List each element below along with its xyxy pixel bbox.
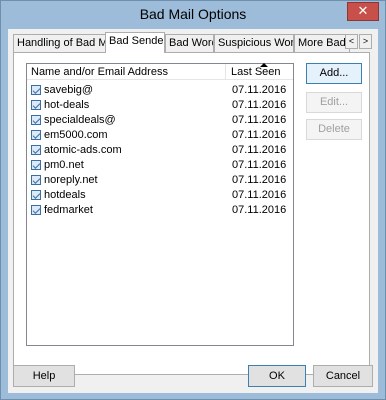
sender-address: pm0.net xyxy=(44,159,84,171)
tab-label: Suspicious Words xyxy=(218,37,294,49)
sender-icon xyxy=(31,205,41,215)
sender-address: specialdeals@ xyxy=(44,114,116,126)
sender-icon xyxy=(31,145,41,155)
tab-strip: Handling of Bad Mail Bad Senders Bad Wor… xyxy=(13,32,372,53)
bad-senders-panel: Name and/or Email Address Last Seen save… xyxy=(13,52,370,375)
tab-bad-senders[interactable]: Bad Senders xyxy=(105,32,165,53)
window-title: Bad Mail Options xyxy=(139,6,247,22)
dialog-window: Bad Mail Options ✕ Handling of Bad Mail … xyxy=(0,0,386,400)
sender-address: em5000.com xyxy=(44,129,108,141)
tab-bad-words[interactable]: Bad Words xyxy=(165,34,214,52)
sender-address: noreply.net xyxy=(44,174,98,186)
add-button[interactable]: Add... xyxy=(306,63,362,84)
list-item[interactable]: pm0.net 07.11.2016 xyxy=(27,158,293,173)
title-bar[interactable]: Bad Mail Options ✕ xyxy=(1,1,385,28)
chevron-left-icon: < xyxy=(348,36,355,46)
edit-button[interactable]: Edit... xyxy=(306,92,362,113)
sender-last-seen: 07.11.2016 xyxy=(232,114,287,126)
tab-label: Handling of Bad Mail xyxy=(17,37,105,49)
column-divider[interactable] xyxy=(225,64,226,80)
dialog-client-area: Handling of Bad Mail Bad Senders Bad Wor… xyxy=(8,29,378,393)
help-button[interactable]: Help xyxy=(13,365,75,387)
sender-icon xyxy=(31,175,41,185)
tab-handling-of-bad-mail[interactable]: Handling of Bad Mail xyxy=(13,34,106,52)
list-item[interactable]: savebig@ 07.11.2016 xyxy=(27,83,293,98)
tab-label: Bad Words xyxy=(169,37,213,49)
tab-label: More Bad Ch xyxy=(298,37,349,49)
sender-last-seen: 07.11.2016 xyxy=(232,129,287,141)
sender-address: fedmarket xyxy=(44,204,93,216)
cancel-button[interactable]: Cancel xyxy=(313,365,373,387)
sender-last-seen: 07.11.2016 xyxy=(232,174,287,186)
sender-address: savebig@ xyxy=(44,84,94,96)
tab-scroll-right-button[interactable]: > xyxy=(359,34,372,49)
column-header-address[interactable]: Name and/or Email Address xyxy=(31,66,168,78)
sender-icon xyxy=(31,130,41,140)
list-item[interactable]: specialdeals@ 07.11.2016 xyxy=(27,113,293,128)
sender-last-seen: 07.11.2016 xyxy=(232,84,287,96)
ok-button[interactable]: OK xyxy=(248,365,306,387)
sort-ascending-icon xyxy=(260,63,268,67)
sender-icon xyxy=(31,85,41,95)
sender-icon xyxy=(31,190,41,200)
sender-last-seen: 07.11.2016 xyxy=(232,159,287,171)
column-header-last-seen[interactable]: Last Seen xyxy=(231,66,281,78)
list-item[interactable]: hot-deals 07.11.2016 xyxy=(27,98,293,113)
tab-label: Bad Senders xyxy=(109,35,164,47)
sender-icon xyxy=(31,160,41,170)
list-item[interactable]: em5000.com 07.11.2016 xyxy=(27,128,293,143)
tab-more-bad-characters[interactable]: More Bad Ch xyxy=(294,34,350,52)
list-item[interactable]: noreply.net 07.11.2016 xyxy=(27,173,293,188)
sender-address: atomic-ads.com xyxy=(44,144,122,156)
list-item[interactable]: hotdeals 07.11.2016 xyxy=(27,188,293,203)
bad-senders-list[interactable]: Name and/or Email Address Last Seen save… xyxy=(26,63,294,346)
sender-last-seen: 07.11.2016 xyxy=(232,99,287,111)
sender-address: hot-deals xyxy=(44,99,90,111)
sender-last-seen: 07.11.2016 xyxy=(232,144,287,156)
list-item[interactable]: fedmarket 07.11.2016 xyxy=(27,203,293,218)
sender-last-seen: 07.11.2016 xyxy=(232,204,287,216)
close-icon: ✕ xyxy=(357,3,369,18)
tab-suspicious-words[interactable]: Suspicious Words xyxy=(214,34,294,52)
close-button[interactable]: ✕ xyxy=(347,2,379,21)
list-item[interactable]: atomic-ads.com 07.11.2016 xyxy=(27,143,293,158)
list-header: Name and/or Email Address Last Seen xyxy=(27,63,293,80)
sender-icon xyxy=(31,100,41,110)
sender-last-seen: 07.11.2016 xyxy=(232,189,287,201)
chevron-right-icon: > xyxy=(362,36,369,46)
sender-address: hotdeals xyxy=(44,189,86,201)
sender-icon xyxy=(31,115,41,125)
tab-scroll-left-button[interactable]: < xyxy=(345,34,358,49)
delete-button[interactable]: Delete xyxy=(306,119,362,140)
